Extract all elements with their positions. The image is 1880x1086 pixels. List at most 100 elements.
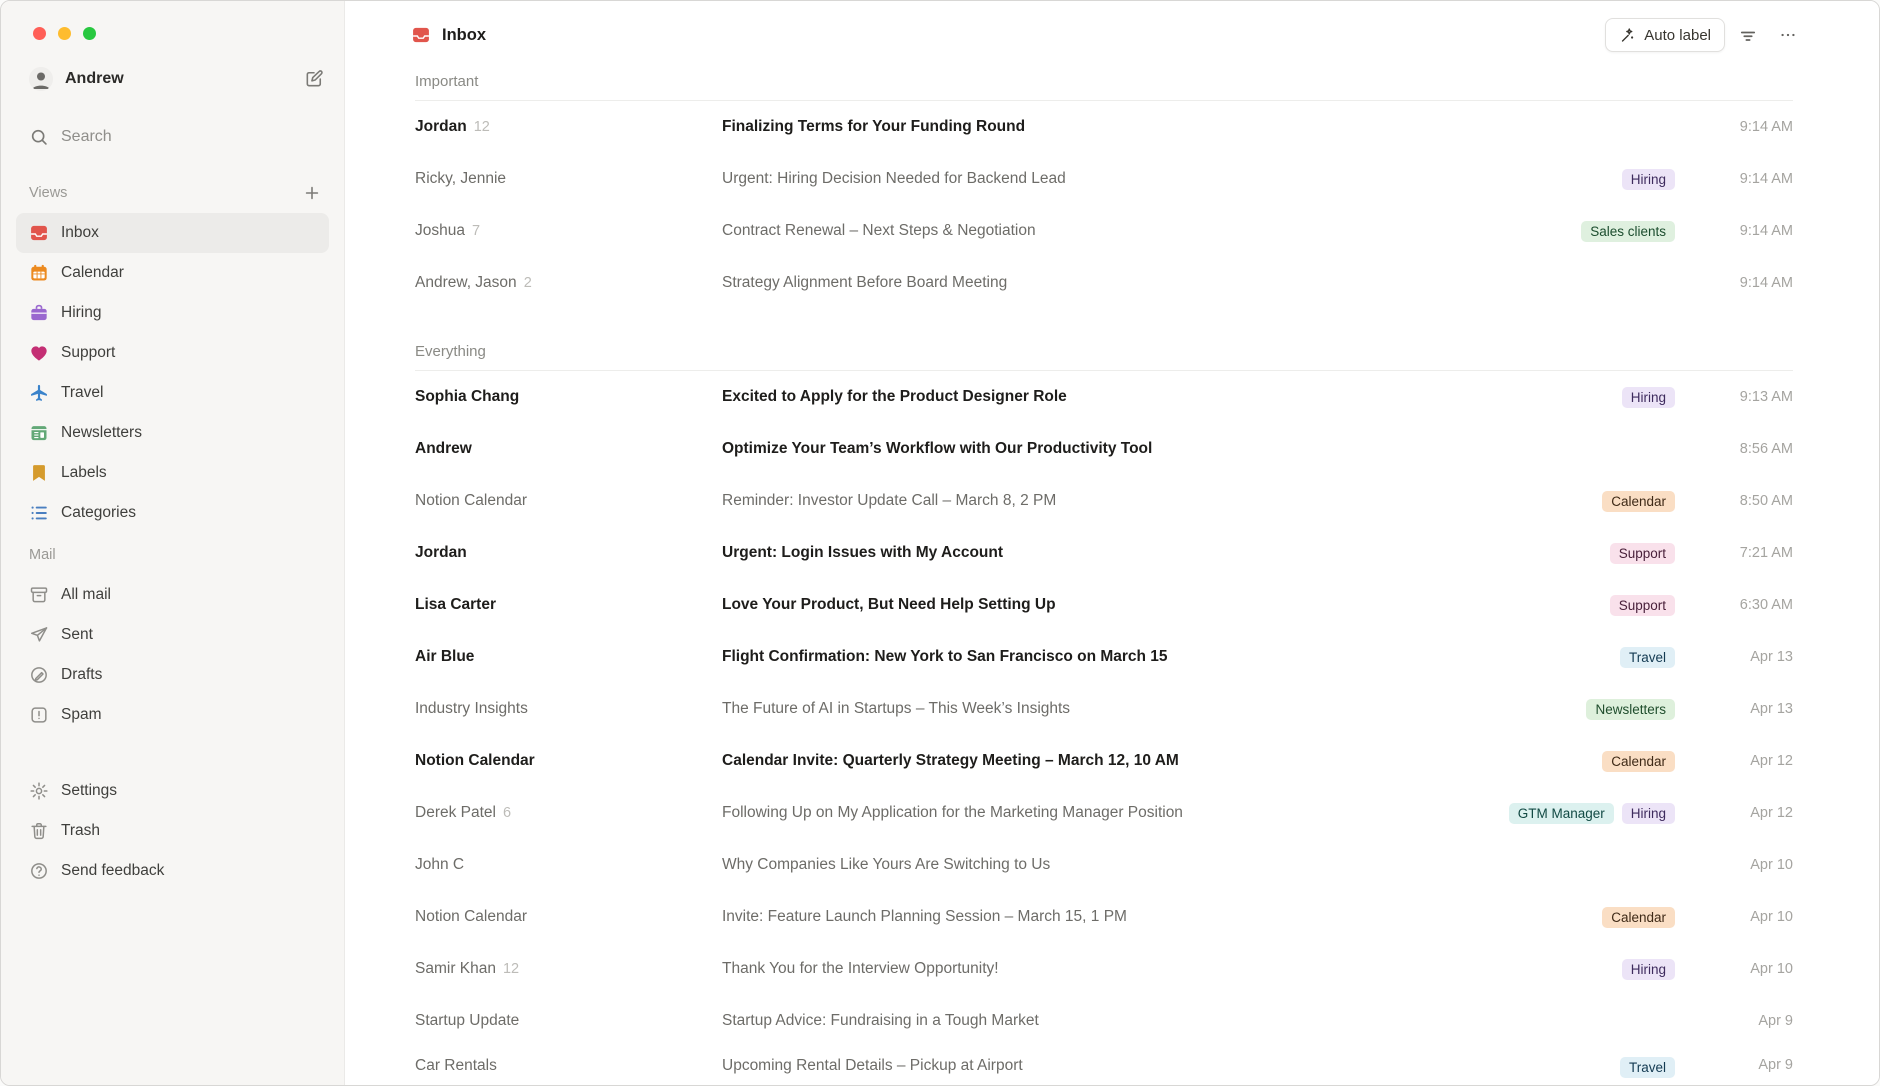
email-labels: Sales clients — [1581, 221, 1697, 242]
email-row[interactable]: Notion CalendarInvite: Feature Launch Pl… — [401, 891, 1793, 943]
label-chip[interactable]: Calendar — [1602, 907, 1675, 928]
email-row[interactable]: Derek Patel6Following Up on My Applicati… — [401, 787, 1793, 839]
email-row[interactable]: Air BlueFlight Confirmation: New York to… — [401, 631, 1793, 683]
email-sender: Jordan — [415, 544, 722, 562]
email-row[interactable]: AndrewOptimize Your Team’s Workflow with… — [401, 423, 1793, 475]
email-row[interactable]: Car RentalsUpcoming Rental Details – Pic… — [401, 1047, 1793, 1085]
email-row[interactable]: Andrew, Jason2Strategy Alignment Before … — [401, 257, 1793, 309]
search-input[interactable]: Search — [16, 119, 329, 155]
label-chip[interactable]: Hiring — [1622, 959, 1675, 980]
sidebar-item-label: Inbox — [61, 224, 99, 242]
email-subject: Invite: Feature Launch Planning Session … — [722, 908, 1602, 926]
email-row[interactable]: Sophia ChangExcited to Apply for the Pro… — [401, 371, 1793, 423]
sidebar-item-sent[interactable]: Sent — [16, 615, 329, 655]
sidebar-item-spam[interactable]: Spam — [16, 695, 329, 735]
sidebar-item-send-feedback[interactable]: Send feedback — [16, 851, 329, 891]
sidebar-item-labels[interactable]: Labels — [16, 453, 329, 493]
email-row[interactable]: Notion CalendarReminder: Investor Update… — [401, 475, 1793, 527]
main-panel: Inbox Auto label ImportantJordan12Finali… — [345, 1, 1879, 1085]
section-header: Important — [415, 73, 1793, 101]
label-chip[interactable]: Newsletters — [1586, 699, 1675, 720]
email-row[interactable]: Jordan12Finalizing Terms for Your Fundin… — [401, 101, 1793, 153]
sidebar-item-label: Spam — [61, 706, 102, 724]
sidebar-item-drafts[interactable]: Drafts — [16, 655, 329, 695]
label-chip[interactable]: Hiring — [1622, 803, 1675, 824]
label-chip[interactable]: Hiring — [1622, 387, 1675, 408]
inbox-icon — [29, 223, 49, 243]
email-labels: Calendar — [1602, 751, 1697, 772]
email-row[interactable]: Joshua7Contract Renewal – Next Steps & N… — [401, 205, 1793, 257]
email-labels: Support — [1610, 543, 1697, 564]
sidebar-item-label: Drafts — [61, 666, 102, 684]
email-subject: Urgent: Hiring Decision Needed for Backe… — [722, 170, 1622, 188]
label-chip[interactable]: Calendar — [1602, 751, 1675, 772]
page-title: Inbox — [442, 26, 486, 45]
sidebar-item-calendar[interactable]: Calendar — [16, 253, 329, 293]
search-placeholder: Search — [61, 128, 112, 146]
email-time: Apr 10 — [1697, 909, 1793, 925]
email-subject: Startup Advice: Fundraising in a Tough M… — [722, 1012, 1675, 1030]
email-row[interactable]: Industry InsightsThe Future of AI in Sta… — [401, 683, 1793, 735]
email-labels: Hiring — [1622, 959, 1697, 980]
sidebar-item-travel[interactable]: Travel — [16, 373, 329, 413]
sidebar-item-inbox[interactable]: Inbox — [16, 213, 329, 253]
label-chip[interactable]: Calendar — [1602, 491, 1675, 512]
calendar-icon — [29, 263, 49, 283]
email-row[interactable]: Ricky, JennieUrgent: Hiring Decision Nee… — [401, 153, 1793, 205]
label-chip[interactable]: Hiring — [1622, 169, 1675, 190]
email-labels: Support — [1610, 595, 1697, 616]
sidebar-item-newsletters[interactable]: Newsletters — [16, 413, 329, 453]
views-label: Views — [29, 185, 300, 201]
app-window: Andrew Search Views InboxCalendarHiringS… — [0, 0, 1880, 1086]
label-chip[interactable]: Support — [1610, 543, 1675, 564]
heart-icon — [29, 343, 49, 363]
sidebar-item-hiring[interactable]: Hiring — [16, 293, 329, 333]
sidebar-item-label: Calendar — [61, 264, 124, 282]
email-time: 6:30 AM — [1697, 597, 1793, 613]
sidebar-item-trash[interactable]: Trash — [16, 811, 329, 851]
sidebar-item-support[interactable]: Support — [16, 333, 329, 373]
close-button[interactable] — [33, 27, 46, 40]
email-row[interactable]: John CWhy Companies Like Yours Are Switc… — [401, 839, 1793, 891]
email-sender: Andrew, Jason2 — [415, 274, 722, 292]
email-row[interactable]: JordanUrgent: Login Issues with My Accou… — [401, 527, 1793, 579]
label-chip[interactable]: Travel — [1620, 1057, 1675, 1078]
sidebar-item-label: Hiring — [61, 304, 101, 322]
sidebar-item-settings[interactable]: Settings — [16, 771, 329, 811]
email-row[interactable]: Startup UpdateStartup Advice: Fundraisin… — [401, 995, 1793, 1047]
email-row[interactable]: Lisa CarterLove Your Product, But Need H… — [401, 579, 1793, 631]
label-chip[interactable]: Support — [1610, 595, 1675, 616]
label-chip[interactable]: Sales clients — [1581, 221, 1675, 242]
email-row[interactable]: Notion CalendarCalendar Invite: Quarterl… — [401, 735, 1793, 787]
zoom-button[interactable] — [83, 27, 96, 40]
label-chip[interactable]: GTM Manager — [1509, 803, 1614, 824]
email-labels: Travel — [1620, 647, 1697, 668]
help-icon — [29, 861, 49, 881]
sidebar-item-label: Newsletters — [61, 424, 142, 442]
more-button[interactable] — [1771, 18, 1805, 52]
compose-button[interactable] — [299, 64, 329, 94]
views-list: Inbox Calendar Hiring SupportTravel Newslett… — [16, 213, 329, 533]
minimize-button[interactable] — [58, 27, 71, 40]
filter-button[interactable] — [1731, 18, 1765, 52]
email-sender: Notion Calendar — [415, 752, 722, 770]
email-time: 9:13 AM — [1697, 389, 1793, 405]
email-sender: John C — [415, 856, 722, 874]
email-subject: Excited to Apply for the Product Designe… — [722, 388, 1622, 406]
email-time: Apr 12 — [1697, 805, 1793, 821]
email-list: ImportantJordan12Finalizing Terms for Yo… — [345, 61, 1879, 1085]
email-subject: Reminder: Investor Update Call – March 8… — [722, 492, 1602, 510]
email-labels: Travel — [1620, 1057, 1697, 1078]
account-name[interactable]: Andrew — [65, 70, 299, 88]
auto-label-button[interactable]: Auto label — [1605, 18, 1725, 52]
sidebar-item-all-mail[interactable]: All mail — [16, 575, 329, 615]
label-chip[interactable]: Travel — [1620, 647, 1675, 668]
email-row[interactable]: Samir Khan12Thank You for the Interview … — [401, 943, 1793, 995]
email-sender: Notion Calendar — [415, 492, 722, 510]
sidebar-item-categories[interactable]: Categories — [16, 493, 329, 533]
thread-count: 12 — [474, 119, 490, 135]
email-sender: Lisa Carter — [415, 596, 722, 614]
trash-icon — [29, 821, 49, 841]
compose-icon — [304, 69, 324, 89]
add-view-button[interactable] — [300, 181, 324, 205]
